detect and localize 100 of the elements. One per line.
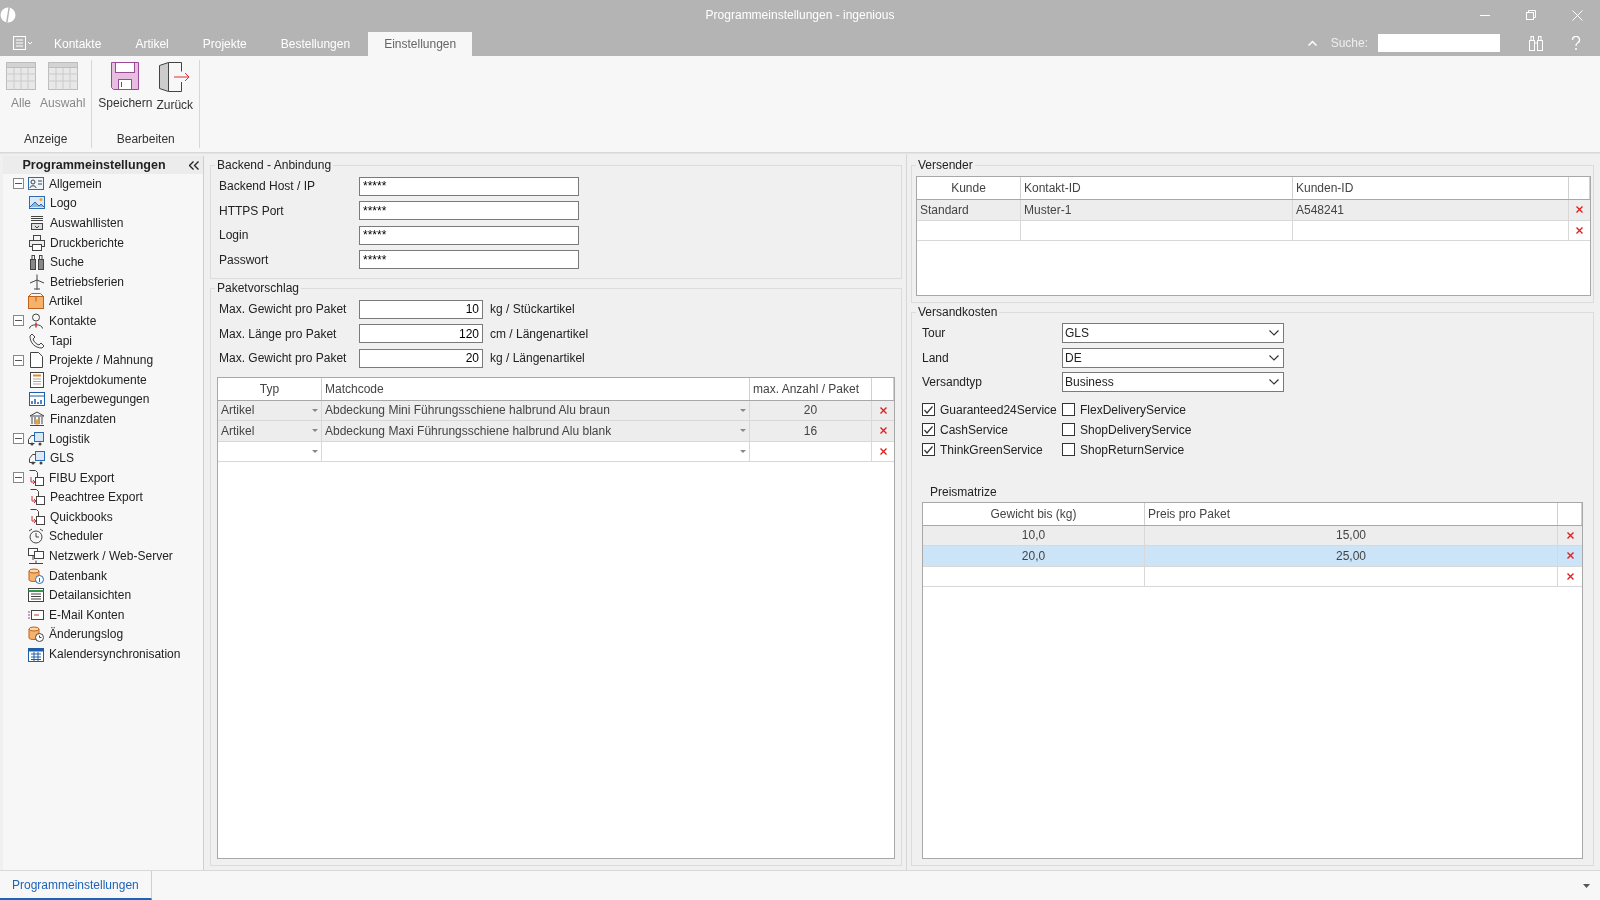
tree-item-label: Änderungslog [48,627,125,642]
tree-item[interactable]: Quickbooks [3,507,118,527]
tree-item[interactable]: Suche [3,252,90,272]
table-cell: 25,00 [1145,546,1558,566]
tree-item[interactable]: FIBU Export [3,467,120,488]
checkbox-label: CashService [940,422,1009,437]
tree-item-label: Quickbooks [49,509,114,524]
tree-item[interactable]: Netzwerk / Web-Server [3,546,178,566]
caret-icon[interactable] [1583,883,1590,888]
tree-item[interactable]: Logistik [3,428,95,449]
tree-item-label: Tapi [49,333,73,348]
caret-icon[interactable] [312,429,318,433]
dropdown-value: DE [1065,350,1082,365]
column-header[interactable]: Typ [218,377,322,400]
column-header[interactable]: max. Anzahl / Paket [750,377,872,400]
checkbox[interactable] [1062,423,1075,436]
tree-item[interactable]: E-Mail Konten [3,605,130,625]
tree-item[interactable]: Änderungslog [3,624,129,645]
column-header[interactable]: Kontakt-ID [1021,177,1293,199]
delete-icon[interactable] [1566,531,1574,539]
phone-icon [29,332,45,349]
checkbox-label: Guaranteed24Service [940,402,1057,417]
tree-item[interactable]: Projekte / Mahnung [3,350,159,370]
tree-item[interactable]: Finanzdaten [3,409,122,429]
ribbon-button[interactable]: Zurück [154,60,196,116]
checkbox[interactable] [1062,403,1075,416]
tree-item[interactable]: Tapi [3,330,77,351]
column-header[interactable]: Preis pro Paket [1145,502,1558,525]
input-field[interactable]: 20 [359,348,483,368]
input-field[interactable]: ***** [359,176,579,196]
expander-icon[interactable] [13,178,24,190]
field-label: Backend Host / IP [219,179,317,194]
table-row[interactable]: 10,0 15,00 [923,525,1582,547]
delete-icon[interactable] [1566,552,1574,560]
caret-icon[interactable] [312,408,318,412]
delete-icon[interactable] [879,406,887,414]
expander-icon[interactable] [13,315,24,327]
input-field[interactable]: ***** [359,250,579,270]
caret-icon[interactable] [740,408,746,412]
tree-item[interactable]: Betriebsferien [3,271,130,292]
tree-item[interactable]: Artikel [3,291,88,312]
dropdown-value: GLS [1065,326,1089,341]
column-header[interactable]: Gewicht bis (kg) [923,502,1145,525]
menu-tab[interactable]: Einstellungen [368,32,473,56]
field-label: Login [219,228,250,243]
caret-icon[interactable] [312,450,318,453]
tree-item-label: Suche [49,255,86,270]
tree-item[interactable]: Logo [3,193,82,214]
checkbox-label: ShopDeliveryService [1080,422,1192,437]
column-header[interactable]: Matchcode [322,377,750,400]
input-field[interactable]: 120 [359,324,483,344]
table-row[interactable]: Standard Muster-1 A548241 [917,200,1590,221]
tree-item[interactable]: Peachtree Export [3,487,148,508]
input-field[interactable]: ***** [359,201,579,221]
input-field[interactable]: 10 [359,299,483,319]
table-row[interactable]: Artikel Abdeckung Maxi Führungsschiene halbrund Alu blank 16 [218,421,894,442]
column-header[interactable]: Kunden-ID [1293,177,1569,199]
unit-label: kg / Stückartikel [490,302,575,317]
table-row[interactable]: 20,0 25,00 [923,546,1582,567]
delete-icon[interactable] [879,427,887,435]
input-field[interactable]: ***** [359,225,579,245]
tree-item[interactable]: Auswahllisten [3,213,129,233]
tree-item[interactable]: Detailansichten [3,585,137,606]
expander-icon[interactable] [13,433,24,444]
checkbox[interactable] [922,423,935,436]
dropdown-field[interactable]: GLS [1062,323,1284,344]
column-header[interactable]: Kunde [917,177,1021,199]
caret-icon[interactable] [740,429,746,433]
tree-item[interactable]: Projektdokumente [3,369,152,390]
delete-icon[interactable] [1576,226,1583,234]
dropdown-field[interactable]: DE [1062,347,1284,368]
tree-item[interactable]: Scheduler [3,526,109,547]
checkbox[interactable] [1062,443,1075,456]
tree-item[interactable]: Datenbank [3,565,113,586]
field-label: Max. Länge pro Paket [219,326,338,341]
tree-item-label: Projektdokumente [49,372,148,387]
expander-icon[interactable] [13,472,24,484]
delete-icon[interactable] [1566,573,1574,580]
table-row[interactable]: Artikel Abdeckung Mini Führungsschiene halbrund Alu braun 20 [218,400,894,422]
field-label: Tour [921,326,947,341]
delete-icon[interactable] [879,448,887,455]
tree-item[interactable]: Allgemein [3,174,107,194]
tree-item[interactable]: GLS [3,448,79,468]
database-icon [28,567,44,584]
search-field[interactable] [1378,34,1500,52]
document-tab[interactable]: Programmeinstellungen [0,871,152,900]
expander-icon[interactable] [13,354,24,366]
checkbox[interactable] [922,443,935,456]
tree-item[interactable]: Kontakte [3,311,102,331]
alarm-clock-icon [28,528,44,545]
tree-item[interactable]: Kalendersynchronisation [3,644,186,664]
delete-icon[interactable] [1576,206,1583,214]
dropdown-field[interactable]: Business [1062,372,1284,393]
caret-icon[interactable] [740,450,746,453]
table-cell: 20,0 [923,546,1145,566]
box-icon [28,293,44,310]
tree-item[interactable]: Lagerbewegungen [3,389,155,410]
tree-item[interactable]: Druckberichte [3,232,130,253]
checkbox[interactable] [922,403,935,416]
ribbon-button[interactable]: Speichern [96,60,155,116]
